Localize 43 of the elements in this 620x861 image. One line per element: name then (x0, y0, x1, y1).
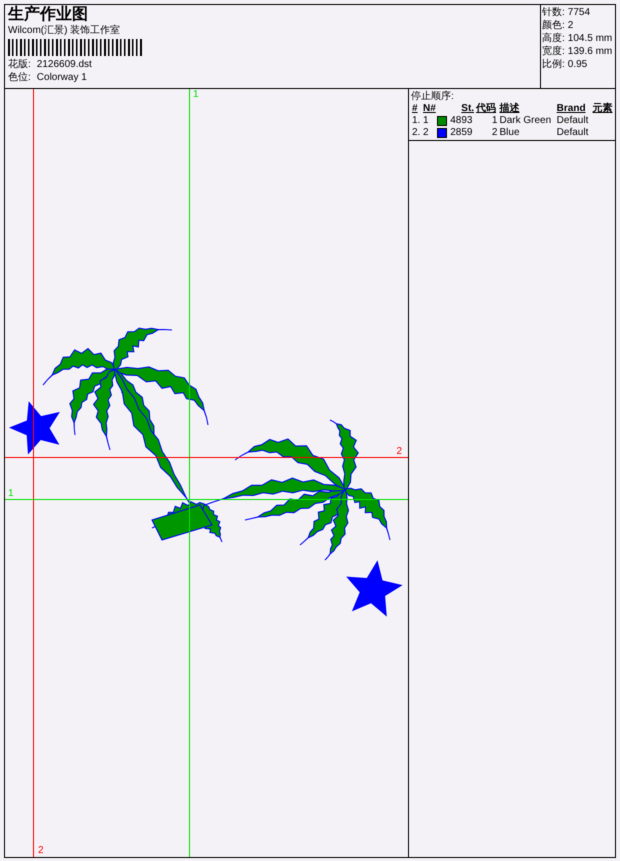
guide-label: 2 (38, 846, 44, 856)
column-header: 代码 (475, 103, 498, 115)
guide-label: 2 (396, 447, 402, 457)
stat-value: 2 (568, 19, 574, 32)
table-cell-text: Dark Green (498, 115, 552, 127)
field-value: Colorway 1 (36, 71, 87, 84)
guide-label: 1 (8, 489, 14, 499)
table-cell-text: 2859 (449, 127, 474, 139)
table-cell-text: 4893 (449, 115, 474, 127)
stat-label: 针数: (542, 6, 565, 19)
company-name: Wilcom(汇景) 装饰工作室 (8, 24, 120, 37)
table-cell-text: 2. (411, 127, 422, 139)
guide-label: 1 (193, 90, 199, 100)
column-header: # (411, 103, 419, 115)
stat-value: 7754 (568, 6, 590, 19)
stat-value: 0.95 (568, 58, 588, 71)
star-shape (346, 560, 403, 617)
stat-value: 139.6 mm (568, 45, 612, 58)
star-shape (9, 401, 60, 454)
stat-label: 高度: (542, 32, 565, 45)
field-value: 2126609.dst (36, 58, 92, 71)
column-header: 元素 (592, 103, 614, 115)
field-label: 花版: (8, 58, 31, 71)
table-cell-text: 1 (490, 115, 498, 127)
page-title: 生产作业图 (8, 6, 88, 24)
column-header: Brand (556, 103, 587, 115)
table-cell-text: 2 (490, 127, 498, 139)
table-cell: 1 (423, 115, 429, 127)
stat-label: 宽度: (542, 45, 565, 58)
table-cell-text: Default (556, 127, 590, 139)
stat-label: 比例: (542, 58, 565, 71)
column-header: 描述 (498, 103, 520, 115)
column-header: St. (460, 103, 476, 115)
table-cell-text: 1. (411, 115, 422, 127)
column-header: N# (422, 103, 437, 115)
stop-sequence-title: 停止顺序: (411, 90, 455, 103)
stat-value: 104.5 mm (568, 32, 612, 45)
table-cell-text: Default (556, 115, 590, 127)
table-cell: 2 (423, 127, 429, 139)
table-cell-text: Blue (498, 127, 520, 139)
field-label: 色位: (8, 71, 31, 84)
barcode-icon (8, 39, 144, 56)
stat-label: 颜色: (542, 19, 565, 32)
